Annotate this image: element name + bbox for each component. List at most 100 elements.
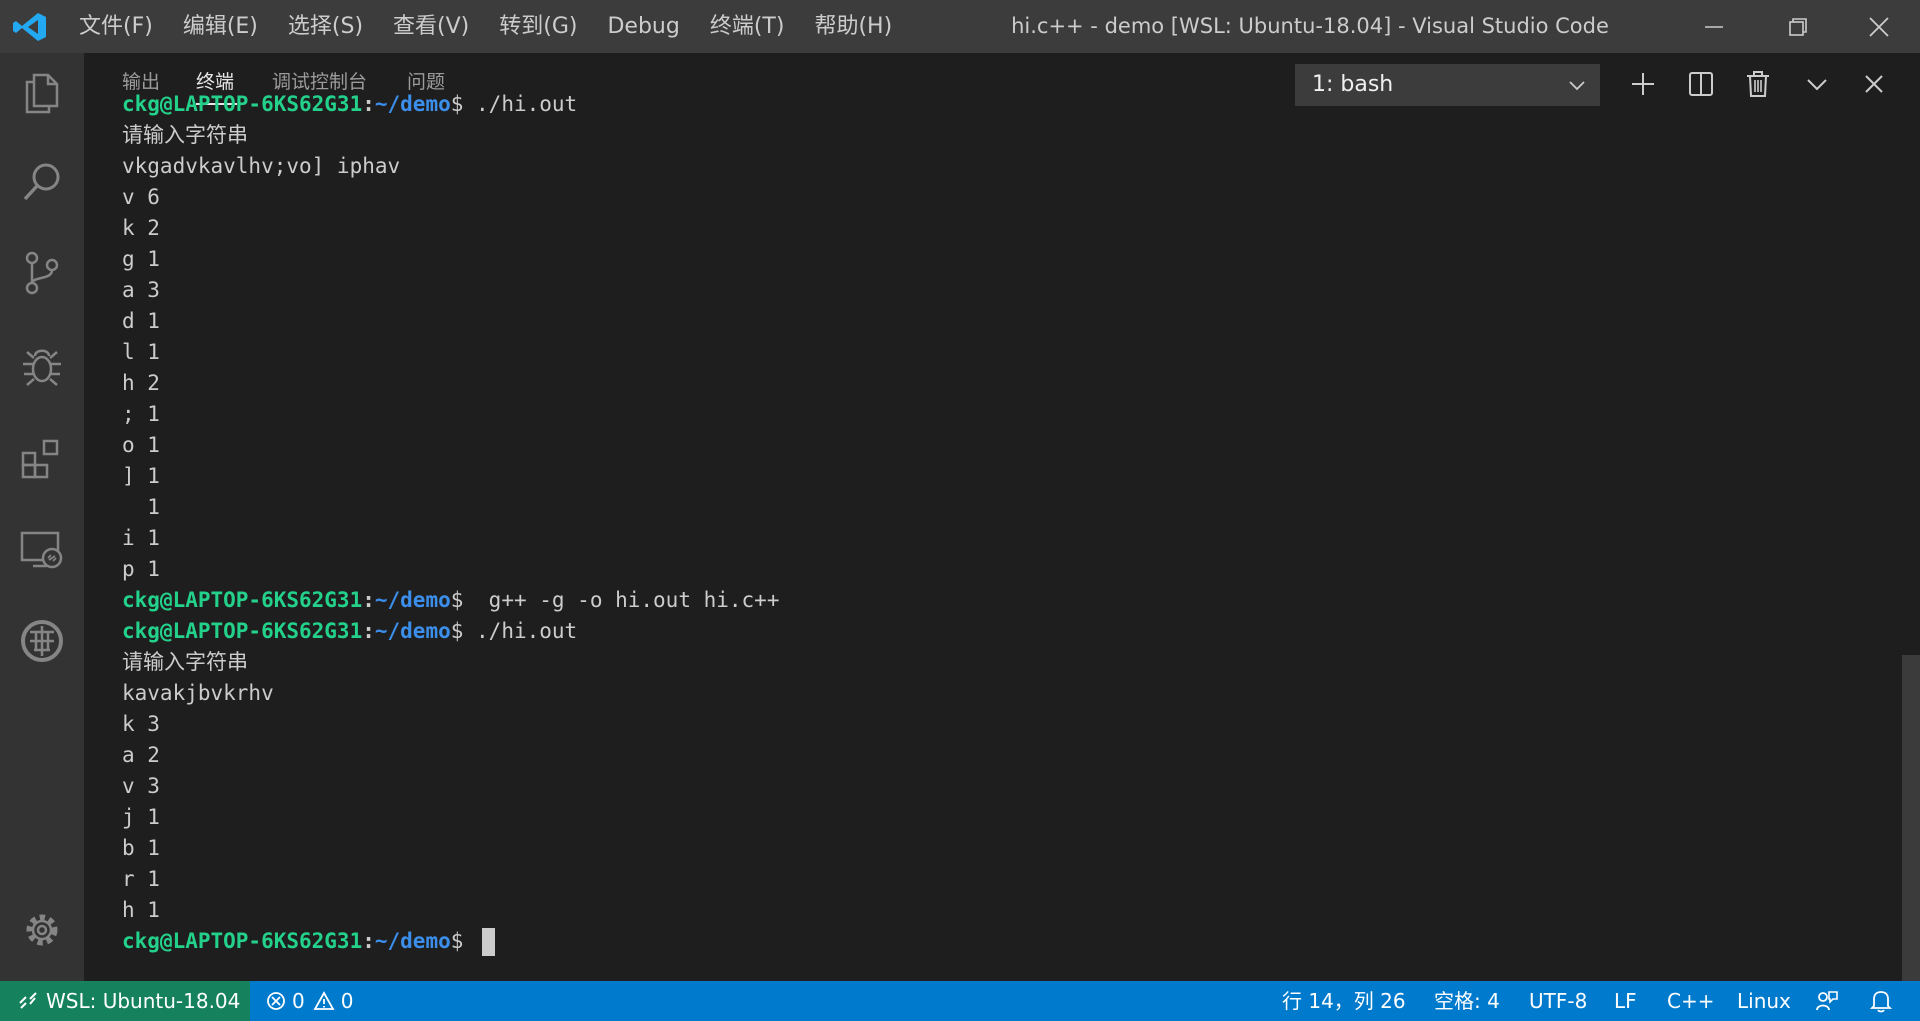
terminal-output-line: ; 1 [122,402,160,426]
prompt-symbol: $ [450,92,464,116]
terminal-output-line: h 2 [122,371,160,395]
files-icon [25,73,59,114]
debug-icon [23,349,61,386]
end-of-line[interactable]: LF [1614,981,1637,1021]
source-control-icon [25,251,59,295]
prompt-path: ~/demo [374,619,451,643]
terminal-output-line: p 1 [122,557,160,581]
terminal-scrollbar[interactable] [1902,655,1920,981]
language-mode[interactable]: C++ [1667,981,1714,1021]
terminal-output-line: g 1 [122,247,160,271]
terminal-output-line: l 1 [122,340,160,364]
close-window-button[interactable] [1838,0,1920,53]
feedback-button[interactable] [1815,981,1839,1021]
terminal-output-line: j 1 [122,805,160,829]
menu-item[interactable]: 帮助(H) [799,0,907,53]
new-terminal-button[interactable] [1623,64,1663,104]
maximize-panel-button[interactable] [1797,64,1837,104]
terminal-output-line: kavakjbvkrhv [122,681,274,705]
prompt-path: ~/demo [374,92,451,116]
remote-explorer-icon [20,531,63,569]
menu-item[interactable]: 终端(T) [695,0,800,53]
warning-icon [313,991,335,1010]
remote-explorer-button[interactable] [17,525,67,575]
title-bar: 文件(F) 编辑(E) 选择(S) 查看(V) 转到(G) Debug 终端(T) 帮助(H)… [0,0,1920,53]
minimize-icon [1705,25,1723,28]
menu-item[interactable]: 选择(S) [273,0,378,53]
chevron-down-icon [1807,79,1827,91]
prompt-colon: : [362,619,375,643]
error-icon [267,992,285,1010]
menu-bar: 文件(F) 编辑(E) 选择(S) 查看(V) 转到(G) Debug 终端(T) 帮助(H) [64,0,907,53]
indentation[interactable]: 空格: 4 [1434,981,1500,1021]
prompt-path: ~/demo [374,588,451,612]
explorer-button[interactable] [17,67,67,117]
restore-button[interactable] [1757,0,1839,53]
vscode-logo-icon [13,13,46,41]
prompt-user: ckg@LAPTOP-6KS62G31 [122,929,363,953]
search-button[interactable] [17,157,67,207]
terminal-output[interactable]: ckg@LAPTOP-6KS62G31:~/demo$ ./hi.out 请输入字… [84,92,1884,981]
os-indicator[interactable]: Linux [1737,981,1791,1021]
terminal-output-line: r 1 [122,867,160,891]
restore-icon [1789,17,1807,36]
terminal-output-line: 1 [122,495,160,519]
terminal-output-line: k 3 [122,712,160,736]
cursor-position[interactable]: 行 14，列 26 [1282,981,1406,1021]
terminal-prompt-line: ckg@LAPTOP-6KS62G31:~/demo$ ./hi.out [122,616,577,647]
split-terminal-button[interactable] [1681,64,1721,104]
status-bar: WSL: Ubuntu-18.04 0 0 行 14，列 26 空格: 4 UT… [0,981,1920,1021]
terminal-prompt-line: ckg@LAPTOP-6KS62G31:~/demo$ g++ -g -o hi… [122,585,779,616]
terminal-output-line: v 3 [122,774,160,798]
manage-button[interactable] [17,905,67,955]
feedback-icon [1816,991,1838,1011]
error-count: 0 [292,989,305,1013]
terminal-output-line: i 1 [122,526,160,550]
prompt-colon: : [362,92,375,116]
terminal-output-line: d 1 [122,309,160,333]
terminal-output-line: ] 1 [122,464,160,488]
search-icon [23,163,60,201]
prompt-command: ./hi.out [463,619,578,643]
prompt-symbol: $ [450,619,464,643]
close-panel-button[interactable] [1854,64,1894,104]
menu-item[interactable]: 文件(F) [64,0,168,53]
terminal-output-line: o 1 [122,433,160,457]
settings-gear-icon [26,914,58,946]
remote-icon [19,992,37,1009]
remote-indicator[interactable]: WSL: Ubuntu-18.04 [0,981,250,1021]
prompt-command: ./hi.out [463,92,578,116]
terminal-prompt-line: ckg@LAPTOP-6KS62G31:~/demo$ ./hi.out [122,89,577,120]
minimize-button[interactable] [1673,0,1755,53]
terminal-output-line: h 1 [122,898,160,922]
remote-label: WSL: Ubuntu-18.04 [46,989,241,1013]
prompt-path: ~/demo [374,929,451,953]
encoding[interactable]: UTF-8 [1529,981,1587,1021]
prompt-command: g++ -g -o hi.out hi.c++ [463,588,780,612]
terminal-output-line: b 1 [122,836,160,860]
terminal-output-line: vkgadvkavlhv;vo] iphav [122,154,401,178]
debug-button[interactable] [17,340,67,390]
menu-item[interactable]: Debug [592,0,694,53]
terminal-output-line: 请输入字符串 [122,650,248,674]
chevron-down-icon [1569,81,1585,91]
notifications-button[interactable] [1870,981,1892,1021]
globe-button[interactable] [17,616,67,666]
add-icon [1632,73,1654,95]
menu-item[interactable]: 转到(G) [484,0,592,53]
terminal-output-line: 请输入字符串 [122,123,248,147]
source-control-button[interactable] [17,248,67,298]
menu-item[interactable]: 查看(V) [378,0,484,53]
prompt-colon: : [362,929,375,953]
globe-icon [21,620,63,662]
menu-item[interactable]: 编辑(E) [168,0,273,53]
terminal-select[interactable]: 1: bash [1295,64,1600,106]
problems-indicator[interactable]: 0 0 [266,981,353,1021]
split-icon [1689,72,1713,96]
prompt-symbol: $ [450,588,464,612]
close-icon [1865,75,1883,93]
terminal-output-line: k 2 [122,216,160,240]
activity-bar: 1 [0,53,84,1013]
kill-terminal-button[interactable] [1738,64,1778,104]
extensions-button[interactable] [17,433,67,483]
